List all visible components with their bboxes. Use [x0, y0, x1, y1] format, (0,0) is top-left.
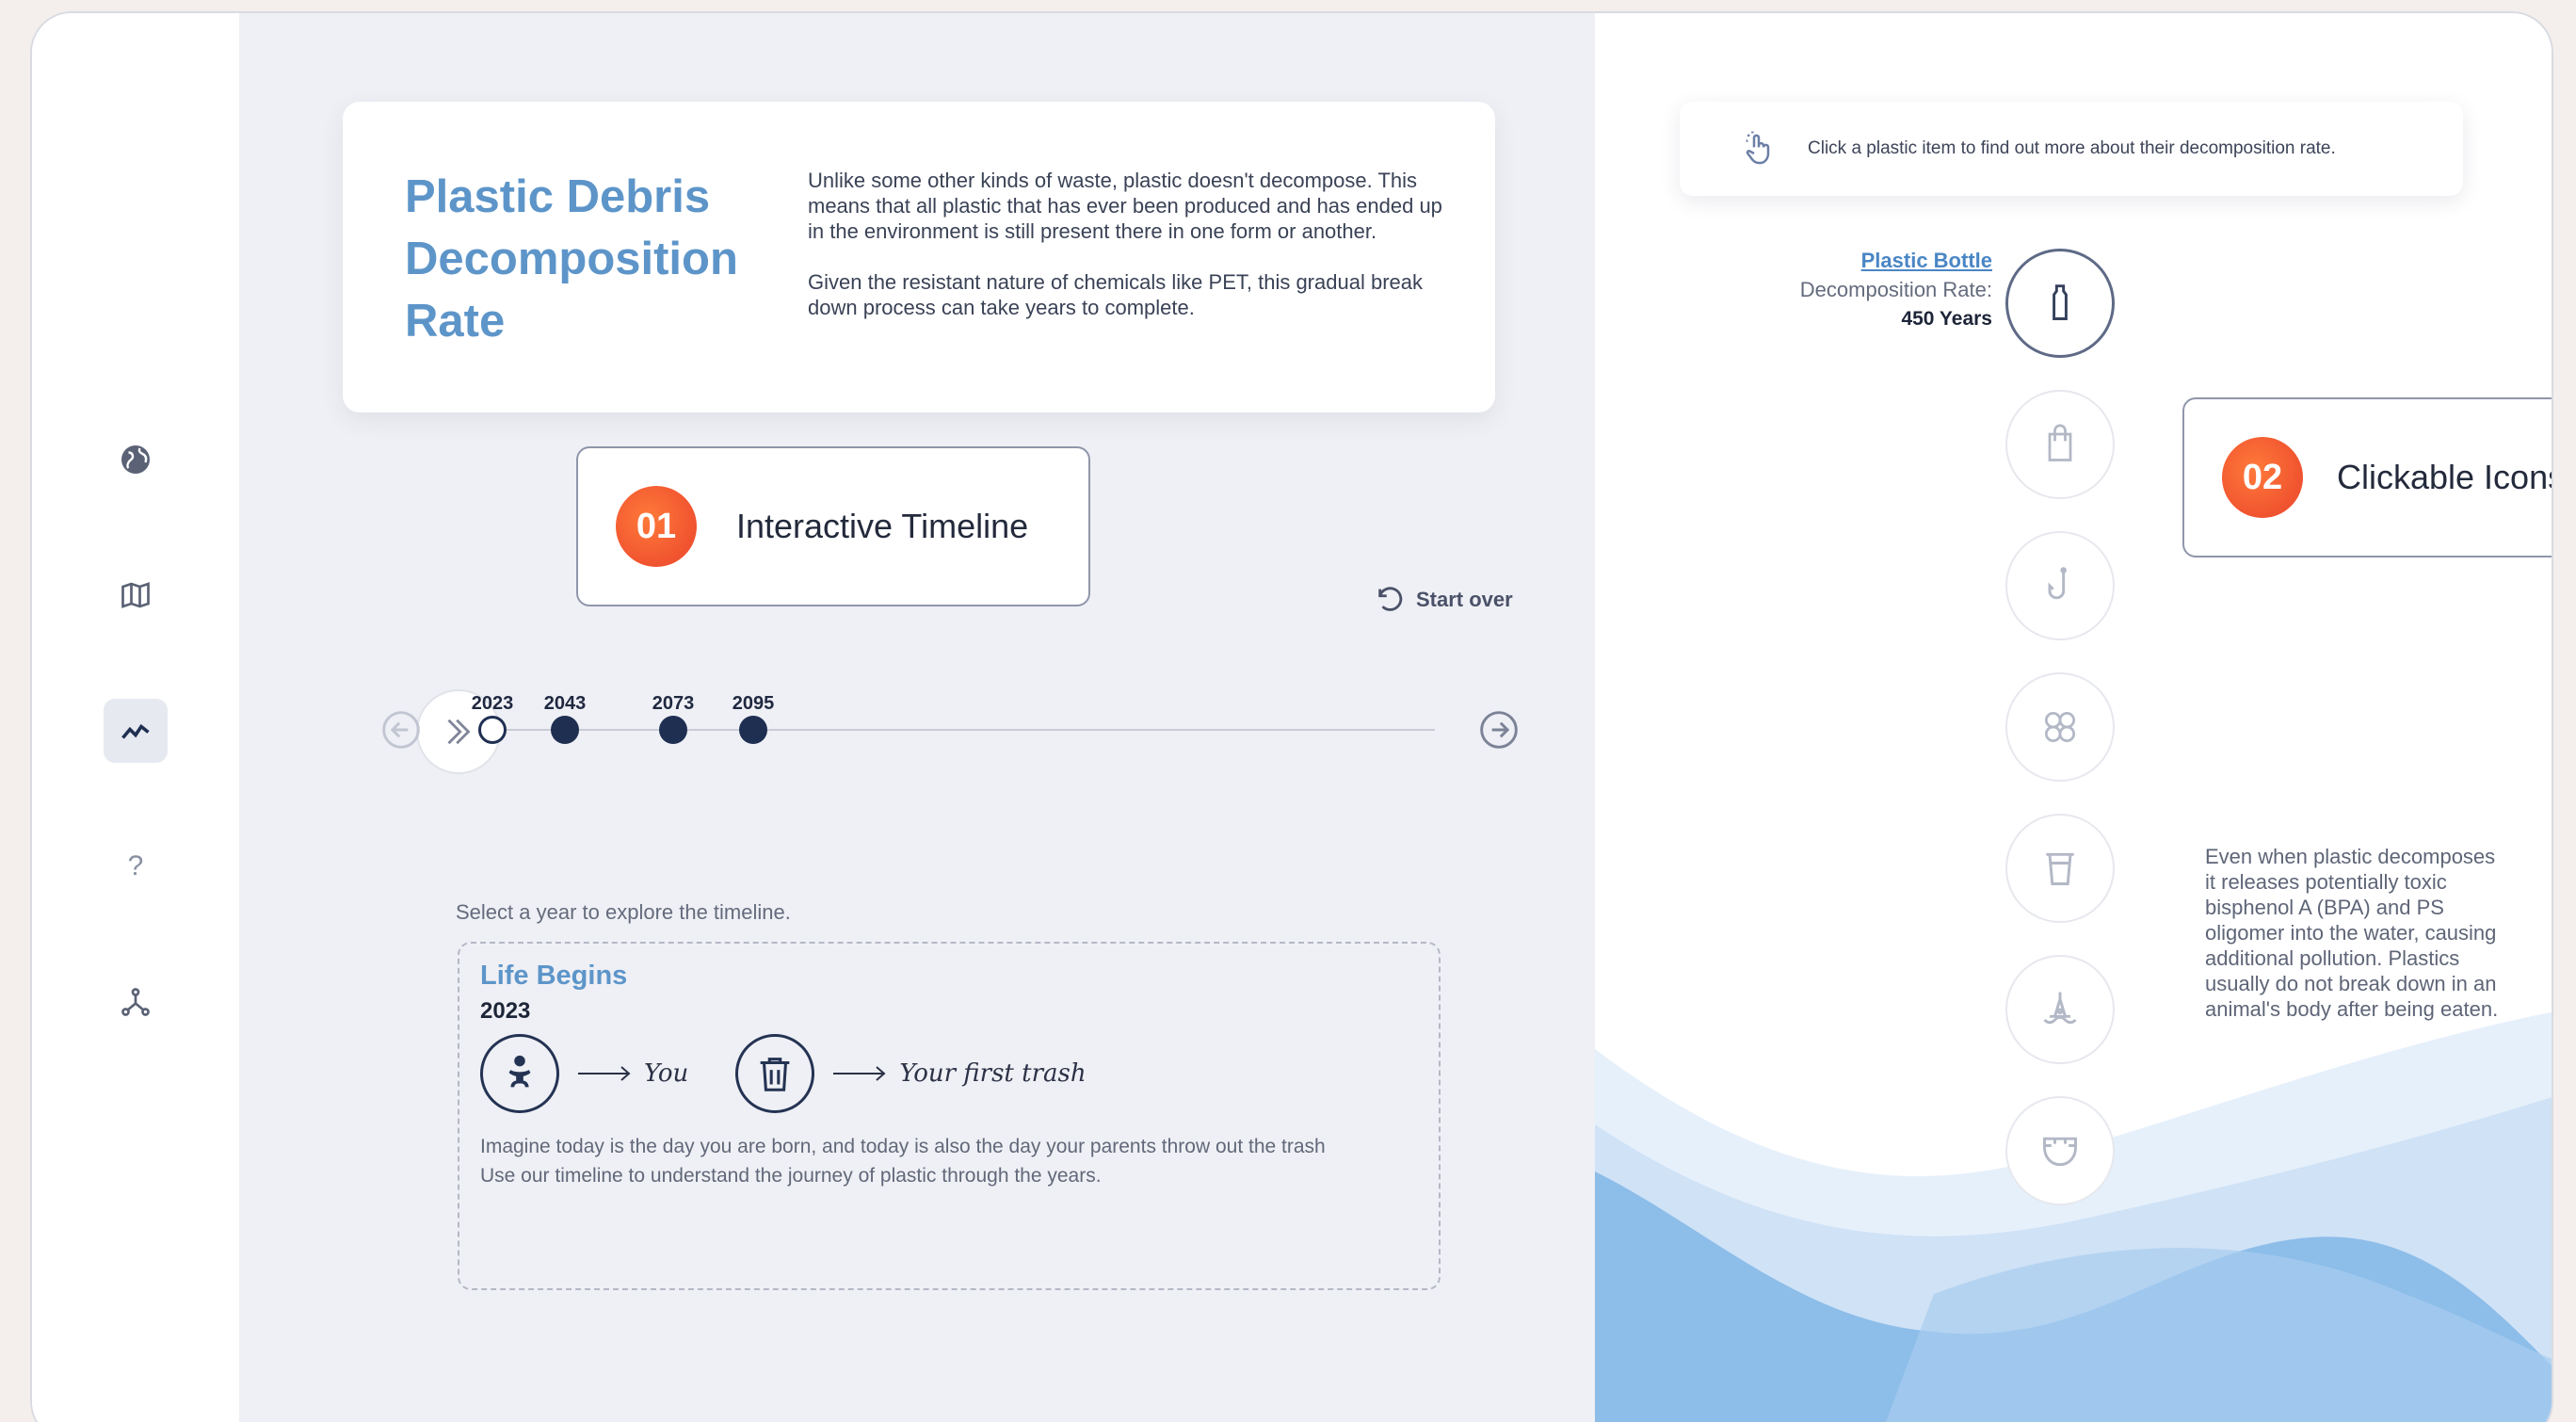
- hook-icon: [2048, 567, 2067, 600]
- you-label: You: [644, 1059, 689, 1088]
- bottle-icon: [2053, 284, 2068, 320]
- timeline-track: [493, 729, 1435, 731]
- trash-can-icon: [735, 1034, 815, 1113]
- ocean-waves: [1595, 1011, 2552, 1422]
- timeline-year-label: 2095: [732, 693, 775, 714]
- buoy-icon: [2043, 992, 2077, 1025]
- double-chevron-right-icon: [447, 719, 471, 745]
- diaper-icon: [2043, 1137, 2077, 1167]
- item-buoy[interactable]: [2005, 955, 2115, 1064]
- event-title: Life Begins: [480, 961, 628, 991]
- cup-icon: [2046, 852, 2074, 885]
- arrow-right-icon: [833, 1066, 886, 1081]
- baby-icon: [480, 1034, 559, 1113]
- timeline-event-card: Life Begins 2023 You Your first trash Im…: [458, 942, 1441, 1290]
- timeline-point-2023[interactable]: [478, 716, 507, 744]
- callout-clickable-icons: 02 Clickable Icons: [2182, 397, 2553, 557]
- start-over-label: Start over: [1416, 588, 1513, 611]
- globe-icon[interactable]: [104, 428, 168, 492]
- timeline-point-2043[interactable]: [551, 716, 579, 744]
- callout-interactive-timeline: 01 Interactive Timeline: [576, 446, 1090, 606]
- item-diaper[interactable]: [2005, 1096, 2115, 1205]
- decomposition-rate-label: Decomposition Rate:: [1799, 278, 1992, 301]
- timeline-year-label: 2023: [471, 693, 514, 714]
- item-plastic-bag[interactable]: [2005, 390, 2115, 499]
- callout-number-badge: 02: [2222, 437, 2303, 518]
- instruction-bar: Click a plastic item to find out more ab…: [1680, 102, 2463, 196]
- intro-text: Unlike some other kinds of waste, plasti…: [808, 168, 1448, 346]
- timeline-next-button[interactable]: [1478, 709, 1520, 751]
- start-over-button[interactable]: Start over: [1375, 584, 1513, 616]
- bag-icon: [2048, 424, 2072, 461]
- help-icon[interactable]: ?: [104, 834, 168, 898]
- decomposition-rate-value: 450 Years: [1901, 308, 1992, 330]
- timeline-year-label: 2043: [543, 693, 587, 714]
- undo-icon: [1378, 587, 1403, 611]
- intro-paragraph-2: Given the resistant nature of chemicals …: [808, 270, 1423, 319]
- item-plastic-cup[interactable]: [2005, 814, 2115, 923]
- selected-item-info: Plastic Bottle Decomposition Rate: 450 Y…: [1746, 247, 1992, 333]
- callout-label: Clickable Icons: [2337, 458, 2553, 496]
- callout-label: Interactive Timeline: [736, 507, 1029, 545]
- app-window: ? Plastic Debris Decomposition Rate Unli…: [30, 11, 2553, 1422]
- intro-paragraph-1: Unlike some other kinds of waste, plasti…: [808, 169, 1442, 243]
- timeline-year-label: 2073: [652, 693, 695, 714]
- help-glyph: ?: [127, 850, 144, 881]
- callout-number-badge: 01: [616, 486, 697, 567]
- item-fishing-hook[interactable]: [2005, 531, 2115, 640]
- pollution-note: Even when plastic decomposes it releases…: [2205, 845, 2499, 1021]
- event-year: 2023: [480, 998, 531, 1024]
- item-plastic-bottle[interactable]: [2005, 249, 2115, 358]
- intro-card: Plastic Debris Decomposition Rate Unlike…: [343, 102, 1495, 412]
- tap-hand-icon: [1746, 131, 1770, 165]
- event-description-line-2: Use our timeline to understand the journ…: [480, 1165, 1102, 1187]
- timeline-point-2095[interactable]: [739, 716, 767, 744]
- network-icon[interactable]: [104, 970, 168, 1034]
- sidebar-rail: ?: [32, 13, 239, 1422]
- six-pack-ring-icon: [2044, 711, 2076, 743]
- trend-icon[interactable]: [104, 699, 168, 763]
- timeline-hint: Select a year to explore the timeline.: [456, 900, 791, 924]
- selected-item-name[interactable]: Plastic Bottle: [1746, 247, 1992, 275]
- first-trash-label: Your first trash: [899, 1059, 1087, 1088]
- event-description-line-1: Imagine today is the day you are born, a…: [480, 1136, 1326, 1157]
- arrow-right-icon: [578, 1066, 631, 1081]
- event-description: Imagine today is the day you are born, a…: [480, 1132, 1431, 1190]
- event-illustration: You Your first trash: [480, 1034, 1134, 1113]
- item-six-pack-rings[interactable]: [2005, 672, 2115, 782]
- timeline-prev-button[interactable]: [380, 709, 422, 751]
- timeline-point-2073[interactable]: [659, 716, 687, 744]
- map-icon[interactable]: [104, 563, 168, 627]
- instruction-text: Click a plastic item to find out more ab…: [1808, 138, 2336, 158]
- page-title: Plastic Debris Decomposition Rate: [405, 171, 738, 347]
- timeline-section: Plastic Debris Decomposition Rate Unlike…: [239, 13, 1595, 1422]
- plastic-items-panel: Click a plastic item to find out more ab…: [1595, 13, 2552, 1422]
